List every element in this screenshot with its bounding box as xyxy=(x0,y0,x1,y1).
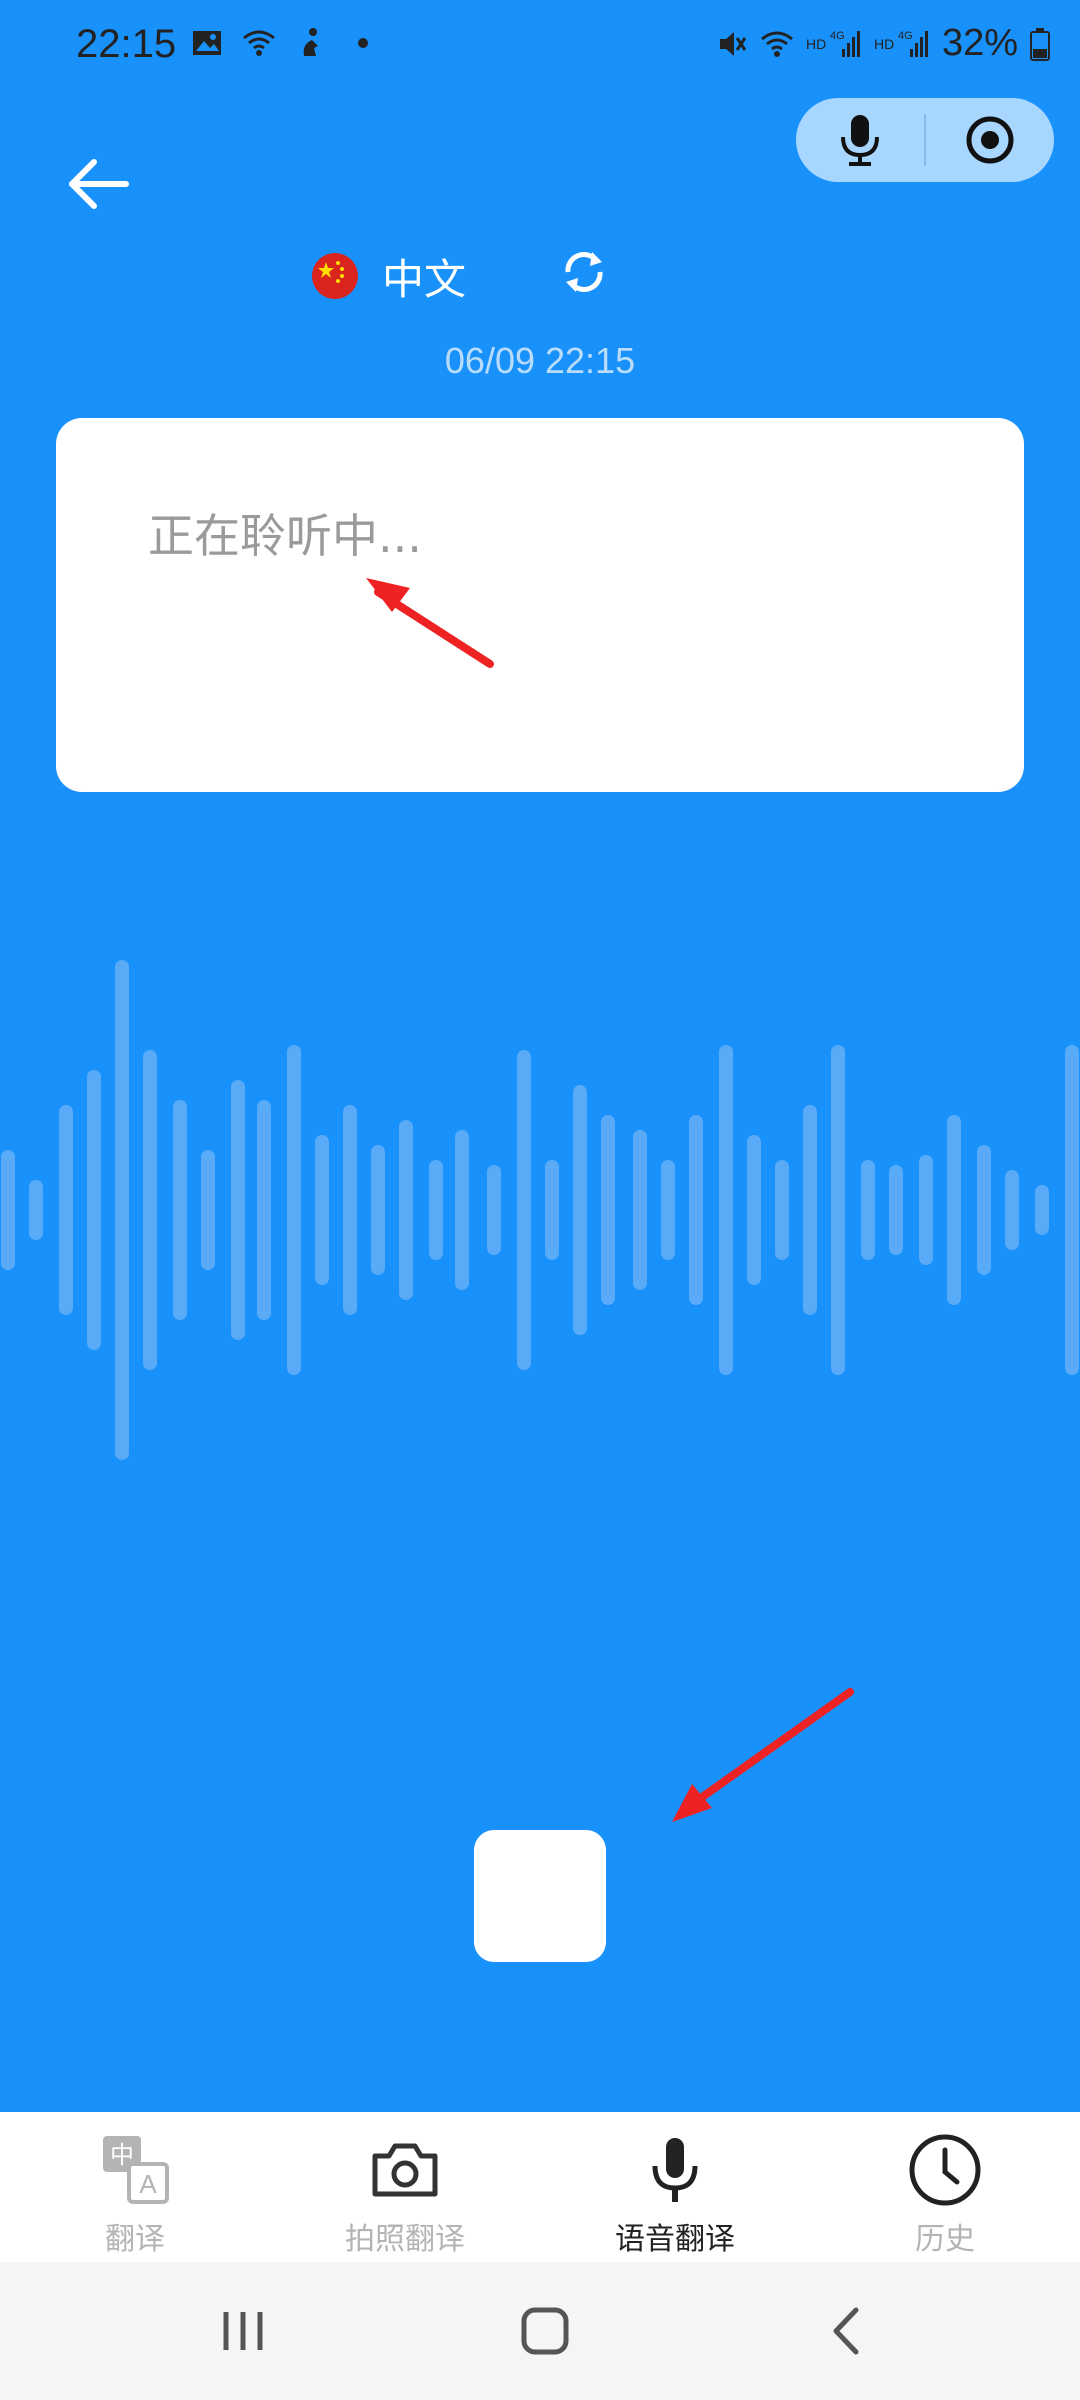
waveform-bar xyxy=(115,960,129,1460)
waveform-bar xyxy=(919,1155,933,1265)
waveform-bar xyxy=(201,1150,215,1270)
tab-label-history: 历史 xyxy=(915,2222,975,2257)
language-selector[interactable]: 中文 xyxy=(312,242,466,310)
clock-icon xyxy=(909,2134,981,2206)
tab-voice-translate[interactable]: 语音翻译 xyxy=(540,2112,810,2262)
hd-4g-signal-icon: HD 4G xyxy=(874,30,928,57)
waveform-bar xyxy=(573,1085,587,1335)
back-button[interactable] xyxy=(62,150,134,222)
waveform-bar xyxy=(747,1135,761,1285)
waveform-bar xyxy=(1005,1170,1019,1250)
home-icon xyxy=(521,2307,569,2355)
waveform-bar xyxy=(977,1145,991,1275)
waveform-bar xyxy=(455,1130,469,1290)
record-target-icon xyxy=(966,116,1014,164)
waveform-bar xyxy=(399,1120,413,1300)
image-icon xyxy=(193,31,221,55)
waveform-bar xyxy=(231,1080,245,1340)
translate-icon: 中 A xyxy=(103,2136,169,2204)
waveform-bar xyxy=(633,1130,647,1290)
waveform-bar xyxy=(371,1145,385,1275)
status-bar: 22:15 HD 4G HD 4G 32% xyxy=(0,0,1080,96)
waveform-bar xyxy=(143,1050,157,1370)
waveform-bar xyxy=(719,1045,733,1375)
hd-signal-icon: HD 4G xyxy=(806,30,860,57)
waveform-bar xyxy=(257,1100,271,1320)
waveform-bar xyxy=(1035,1185,1049,1235)
status-icons-right: HD 4G HD 4G 32% xyxy=(714,22,1050,65)
waveform-bar xyxy=(87,1070,101,1350)
capsule-mic-button[interactable] xyxy=(796,98,924,182)
waveform-bar xyxy=(343,1105,357,1315)
svg-text:HD: HD xyxy=(806,36,826,52)
microphone-icon xyxy=(841,115,879,166)
capsule-record-button[interactable] xyxy=(926,98,1054,182)
svg-text:4G: 4G xyxy=(830,30,845,42)
dot-icon xyxy=(358,38,368,48)
waveform-bar xyxy=(59,1105,73,1315)
language-label: 中文 xyxy=(382,254,467,304)
waveform-bar xyxy=(889,1165,903,1255)
wifi-icon xyxy=(761,31,793,57)
status-time: 22:15 xyxy=(76,22,177,66)
waveform-bar xyxy=(1065,1045,1079,1375)
status-icons-left xyxy=(190,26,380,60)
waveform-bar xyxy=(545,1160,559,1260)
waveform-bar xyxy=(803,1105,817,1315)
waveform-bar xyxy=(487,1165,501,1255)
timestamp: 06/09 22:15 xyxy=(444,340,636,381)
waveform-bar xyxy=(661,1160,675,1260)
home-button[interactable] xyxy=(510,2296,580,2366)
swap-language-button[interactable] xyxy=(556,244,612,300)
top-capsule xyxy=(796,98,1054,182)
transcript-card: 正在聆听中... xyxy=(56,418,1024,792)
tab-translate[interactable]: 中 A 翻译 xyxy=(0,2112,270,2262)
waveform-bar xyxy=(517,1050,531,1370)
battery-percent: 32% xyxy=(941,22,1018,64)
microphone-icon xyxy=(652,2138,698,2202)
waveform-bar xyxy=(29,1180,43,1240)
recents-button[interactable] xyxy=(208,2296,278,2366)
waveform-bar xyxy=(831,1045,845,1375)
tab-photo-translate[interactable]: 拍照翻译 xyxy=(270,2112,540,2262)
waveform-bar xyxy=(315,1135,329,1285)
waveform-bar xyxy=(601,1115,615,1305)
svg-text:4G: 4G xyxy=(898,30,913,42)
waveform-bar xyxy=(861,1160,875,1260)
recents-icon xyxy=(223,2312,263,2350)
wifi-question-icon xyxy=(243,30,275,56)
svg-text:HD: HD xyxy=(874,36,894,52)
audio-waveform xyxy=(1,960,1079,1460)
swap-refresh-icon xyxy=(565,252,603,292)
waveform-bar xyxy=(429,1160,443,1260)
stop-recording-button[interactable] xyxy=(474,1830,606,1962)
tab-history[interactable]: 历史 xyxy=(810,2112,1080,2262)
mute-icon xyxy=(719,31,747,56)
tab-label-voice-translate: 语音翻译 xyxy=(615,2222,735,2257)
camera-icon xyxy=(372,2143,438,2197)
bottom-tab-bar: 中 A 翻译 拍照翻译 语音翻译 历史 xyxy=(0,2112,1080,2262)
tab-label-photo-translate: 拍照翻译 xyxy=(345,2222,465,2257)
arrow-left-icon xyxy=(69,159,129,209)
waveform-bar xyxy=(287,1045,301,1375)
annotation-arrow-icon xyxy=(672,1688,854,1822)
system-nav-bar xyxy=(0,2262,1080,2400)
back-icon xyxy=(833,2307,859,2355)
waveform-bar xyxy=(947,1115,961,1305)
china-flag-icon xyxy=(312,253,358,299)
battery-icon xyxy=(1030,27,1050,61)
waveform-bar xyxy=(1,1150,15,1270)
waveform-bar xyxy=(173,1100,187,1320)
waveform-bar xyxy=(775,1160,789,1260)
svg-text:A: A xyxy=(139,2169,157,2199)
listening-status-text: 正在聆听中... xyxy=(148,509,422,563)
waveform-bar xyxy=(689,1115,703,1305)
tab-label-translate: 翻译 xyxy=(105,2222,165,2257)
figure-icon xyxy=(303,28,318,56)
system-back-button[interactable] xyxy=(812,2296,882,2366)
